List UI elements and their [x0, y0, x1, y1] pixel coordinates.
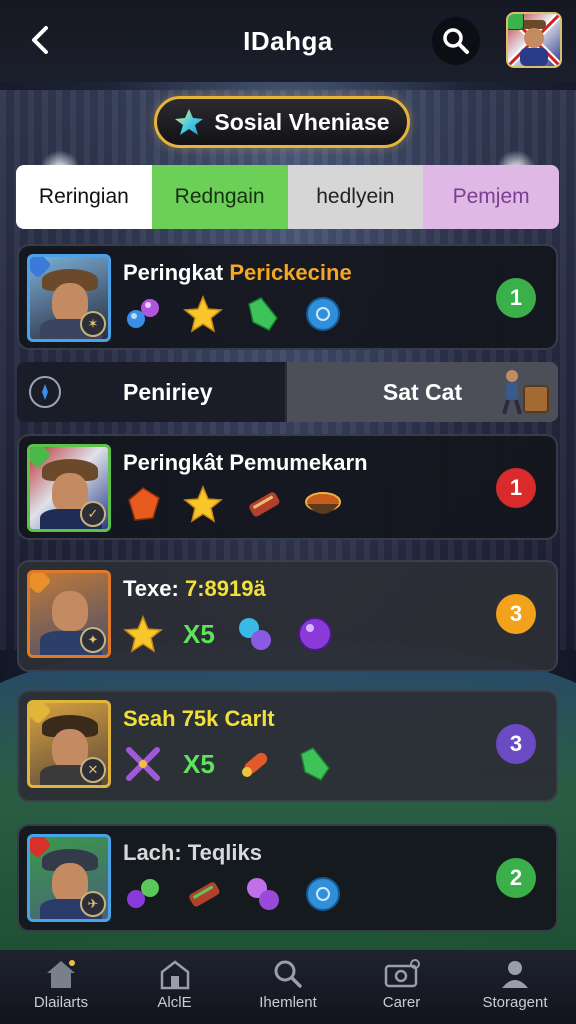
green-crystal-icon [299, 747, 330, 781]
page-title: IDahga [243, 25, 333, 56]
rank-badge: 2 [496, 858, 536, 898]
player-portrait: ✓ [27, 444, 111, 532]
compass-icon [29, 376, 61, 408]
reward-items [123, 872, 343, 916]
nav-label: AlclE [157, 994, 192, 1011]
multiplier-label: X5 [183, 618, 215, 649]
chevron-left-icon [32, 26, 48, 54]
star-icon [183, 485, 223, 523]
tab-pemjem[interactable]: Pemjem [423, 165, 559, 229]
rank-badge: 1 [496, 468, 536, 508]
skill-badge-icon: ✓ [80, 501, 106, 527]
dynamite-icon [249, 492, 280, 517]
reward-items: X5 [123, 612, 335, 656]
search-button[interactable] [432, 17, 480, 65]
level-badge [508, 14, 524, 30]
green-crystal-icon [248, 297, 278, 331]
reward-card[interactable]: ✓ Peringkât Pemumekarn 1 [17, 434, 558, 540]
rank-badge: 1 [496, 278, 536, 318]
search-icon [274, 960, 302, 988]
player-portrait: ✕ [27, 700, 111, 788]
card-title: Texe: 7:8919ä [123, 576, 266, 601]
reward-items [123, 292, 343, 336]
nav-ihemlent[interactable]: Ihemlent [233, 950, 343, 1024]
player-portrait: ✦ [27, 570, 111, 658]
rank-badge: 3 [496, 724, 536, 764]
building-icon [160, 960, 189, 990]
nav-label: Dlailarts [33, 994, 89, 1011]
reward-card[interactable]: ✕ Seah 75k Carlt X5 3 [17, 690, 558, 802]
star-icon [175, 109, 204, 135]
social-badge[interactable]: Sosial Vheniase [154, 96, 410, 148]
reward-card[interactable]: ✶ Peringkat Perickecine 1 [17, 244, 558, 350]
nav-dlailarts[interactable]: Dlailarts [6, 950, 116, 1024]
tier-badge-icon [30, 573, 52, 595]
category-tabs: Reringian Redngain hedlyein Pemjem [16, 165, 559, 229]
tab-sat-cat[interactable]: Sat Cat [285, 362, 558, 422]
skill-badge-icon: ✦ [80, 627, 106, 653]
social-badge-label: Sosial Vheniase [214, 108, 390, 135]
blue-orb-icon [306, 297, 340, 331]
gem-pair-icon [127, 879, 159, 908]
card-title: Peringkât Pemumekarn [123, 450, 368, 475]
reward-items: X5 [123, 742, 335, 786]
multiplier-label: X5 [183, 748, 215, 779]
nav-label: Storagent [482, 994, 548, 1011]
nav-storagent[interactable]: Storagent [460, 950, 570, 1024]
card-title: Seah 75k Carlt [123, 706, 275, 731]
traveler-figure-icon [502, 370, 549, 415]
star-icon [183, 295, 223, 333]
skill-badge-icon: ✈ [80, 891, 106, 917]
camera-icon [384, 959, 420, 988]
gem-pair-icon [127, 299, 159, 328]
blue-orb-icon [306, 877, 340, 911]
crossed-tools-icon [126, 747, 160, 781]
top-bar: IDahga [0, 0, 576, 82]
tab-peniriey[interactable]: Peniriey [17, 362, 285, 422]
food-bowl-icon [305, 492, 341, 514]
dynamite-icon [189, 882, 220, 907]
tab-label: Peniriey [123, 378, 213, 405]
back-button[interactable] [22, 22, 58, 58]
tab-reringian[interactable]: Reringian [16, 165, 152, 229]
nav-label: Ihemlent [259, 994, 317, 1011]
reward-card[interactable]: ✈ Lach: Teqliks 2 [17, 824, 558, 932]
nav-label: Carer [382, 994, 421, 1011]
bottom-navigation: Dlailarts AlclE Ihemlent Carer Storagent [0, 950, 576, 1024]
skill-badge-icon: ✶ [80, 311, 106, 337]
star-icon [123, 615, 163, 653]
tab-redngain[interactable]: Redngain [151, 165, 288, 229]
reward-items [123, 482, 343, 526]
nav-carer[interactable]: Carer [347, 950, 457, 1024]
player-portrait: ✈ [27, 834, 111, 922]
card-title: Peringkat Perickecine [123, 260, 352, 285]
nav-alcle[interactable]: AlclE [120, 950, 230, 1024]
reward-card[interactable]: ✦ Texe: 7:8919ä X5 3 [17, 560, 558, 672]
rocket-icon [241, 752, 267, 777]
person-icon [502, 961, 528, 988]
rank-badge: 3 [496, 594, 536, 634]
tab-label: Sat Cat [382, 378, 463, 405]
purple-orb-icon [297, 617, 332, 651]
home-icon [47, 960, 75, 988]
card-title: Lach: Teqliks [123, 840, 262, 865]
search-icon [443, 28, 469, 54]
blue-orbs-icon [238, 618, 271, 650]
profile-avatar[interactable] [506, 12, 562, 68]
purple-orbs-icon [247, 878, 279, 910]
player-portrait: ✶ [27, 254, 111, 342]
tab-hedlyein[interactable]: hedlyein [287, 165, 424, 229]
orange-crystal-icon [128, 487, 160, 521]
view-toggle: Peniriey Sat Cat [17, 362, 558, 422]
skill-badge-icon: ✕ [80, 757, 106, 783]
